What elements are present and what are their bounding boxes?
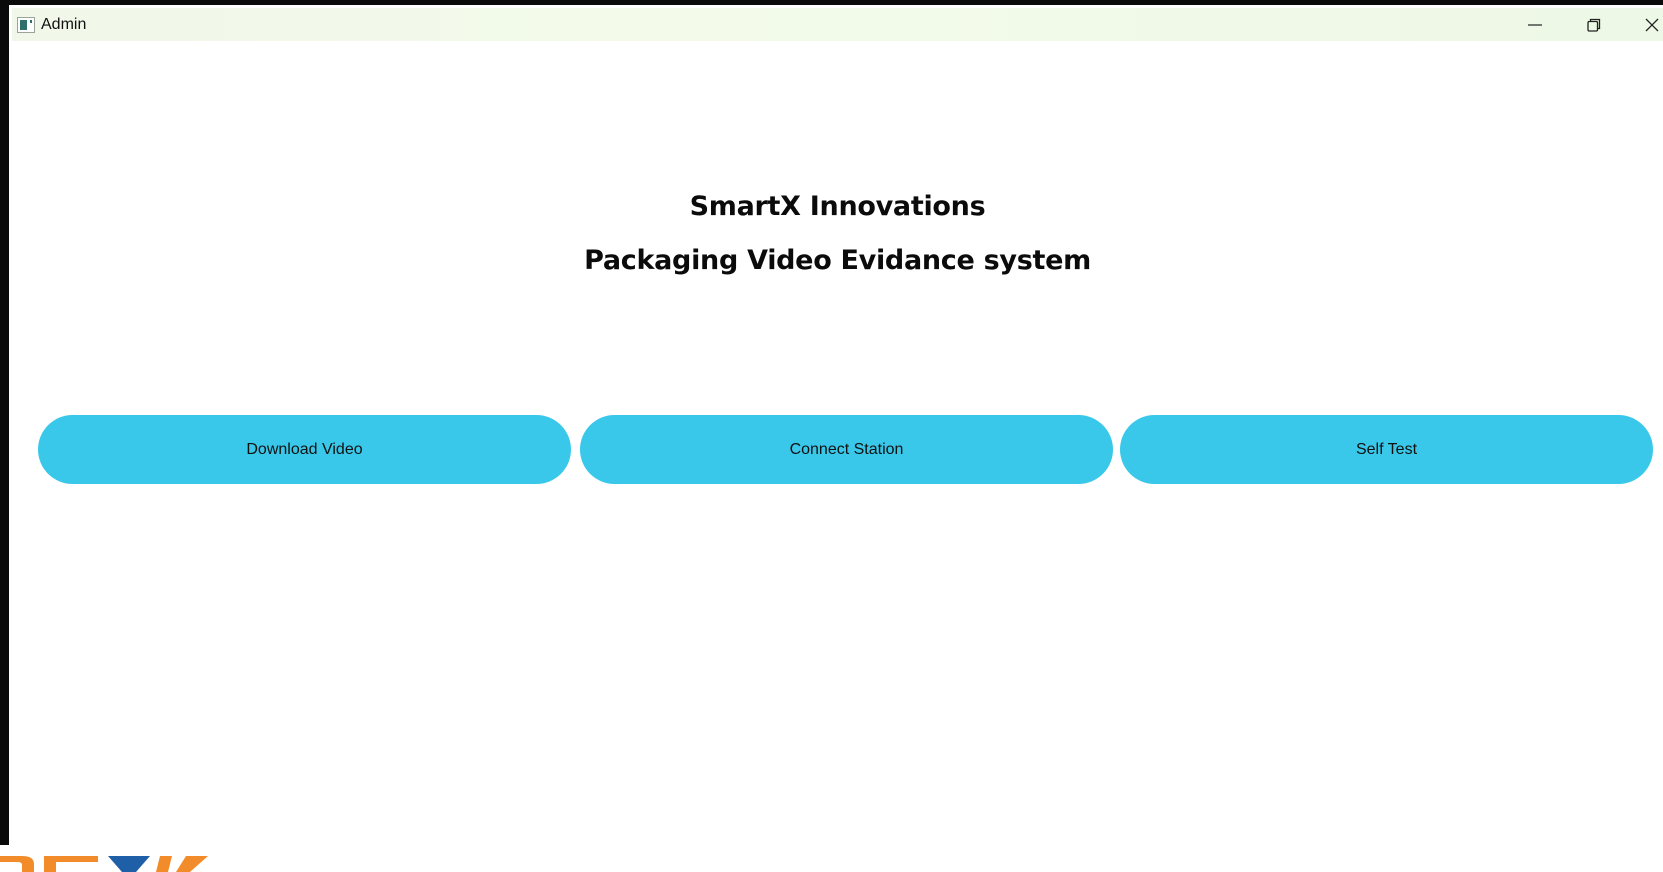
admin-window: Admin SmartX Innovations Packaging Video…: [12, 8, 1663, 845]
company-heading: SmartX Innovations: [689, 191, 986, 222]
self-test-button[interactable]: Self Test: [1120, 415, 1653, 484]
screen: Admin SmartX Innovations Packaging Video…: [0, 0, 1663, 872]
title-bar[interactable]: Admin: [12, 8, 1663, 41]
minimize-icon: [1528, 23, 1542, 26]
window-frame-top: [0, 0, 1663, 5]
window-title: Admin: [41, 15, 87, 33]
download-video-button[interactable]: Download Video: [38, 415, 571, 484]
system-heading: Packaging Video Evidance system: [584, 245, 1091, 276]
restore-icon: [1587, 18, 1601, 32]
partial-logo: [0, 856, 210, 872]
window-frame-left: [0, 0, 9, 845]
connect-station-button[interactable]: Connect Station: [580, 415, 1113, 484]
restore-button[interactable]: [1566, 8, 1622, 41]
close-icon: [1645, 18, 1659, 31]
app-window-icon: [17, 16, 35, 33]
minimize-button[interactable]: [1507, 8, 1563, 41]
close-button[interactable]: [1624, 8, 1663, 41]
